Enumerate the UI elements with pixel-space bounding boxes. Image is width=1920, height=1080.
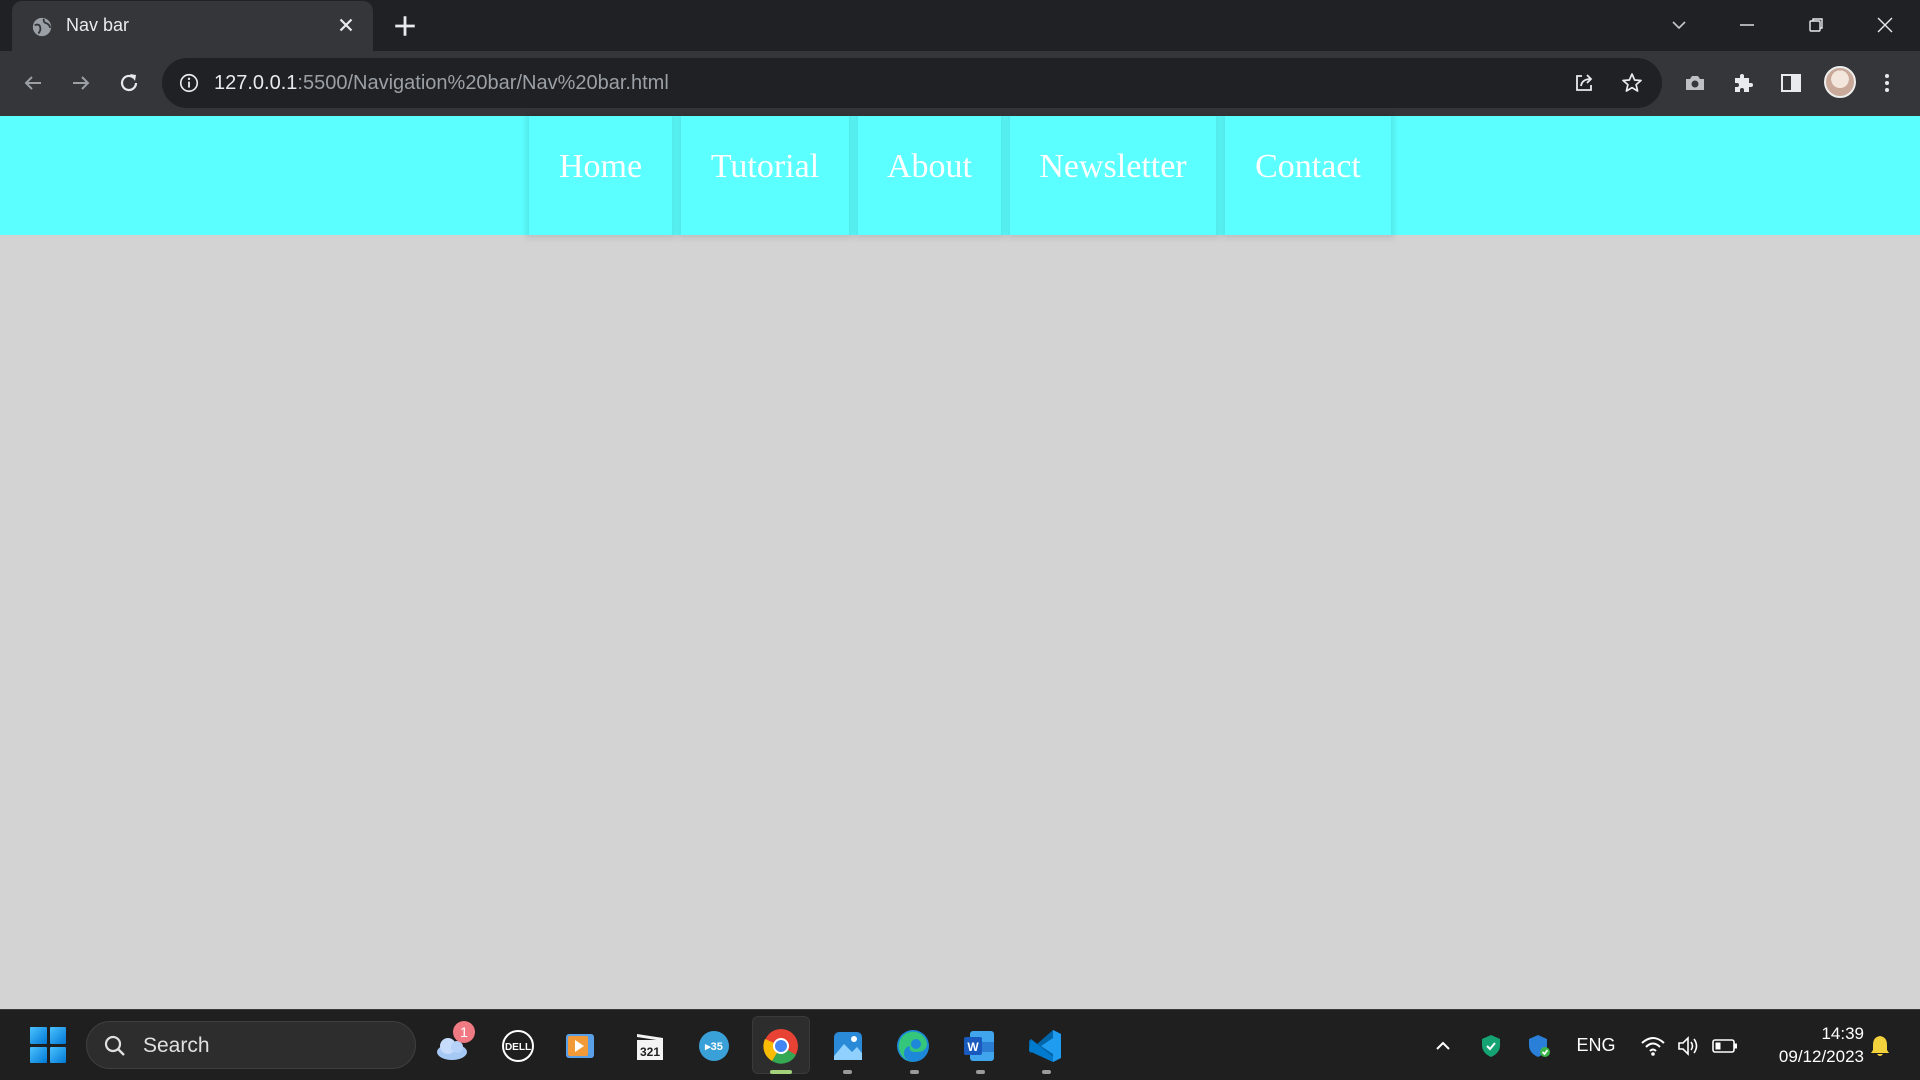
- clock-date: 09/12/2023: [1778, 1047, 1864, 1066]
- close-window-icon[interactable]: [1870, 10, 1900, 40]
- defender-shield-icon[interactable]: [1524, 1010, 1554, 1080]
- vscode-icon[interactable]: [1023, 1024, 1067, 1068]
- volume-icon[interactable]: [1674, 1010, 1704, 1080]
- notification-bell-icon[interactable]: [1866, 1010, 1894, 1080]
- dell-icon[interactable]: DELL: [496, 1024, 540, 1068]
- clock-time: 14:39: [1821, 1024, 1864, 1043]
- security-shield-icon[interactable]: [1476, 1010, 1506, 1080]
- url-host: 127.0.0.1: [214, 72, 298, 94]
- browser-tab[interactable]: Nav bar: [12, 1, 373, 51]
- tab-search-icon[interactable]: [1664, 10, 1694, 40]
- navbar-left-spacer: [0, 116, 520, 235]
- camera-extension-icon[interactable]: [1680, 68, 1710, 98]
- svg-text:DELL: DELL: [505, 1042, 531, 1053]
- extensions-puzzle-icon[interactable]: [1728, 68, 1758, 98]
- navigation-bar: Home Tutorial About Newsletter Contact: [0, 116, 1920, 235]
- minimize-icon[interactable]: [1732, 10, 1762, 40]
- reload-icon[interactable]: [113, 67, 145, 99]
- url-text: 127.0.0.1:5500/Navigation%20bar/Nav%20ba…: [214, 72, 669, 95]
- chrome-menu-icon[interactable]: [1872, 68, 1902, 98]
- browser-toolbar: 127.0.0.1:5500/Navigation%20bar/Nav%20ba…: [0, 51, 1920, 116]
- page-content: Home Tutorial About Newsletter Contact: [0, 116, 1920, 1009]
- nav-item-home[interactable]: Home: [529, 116, 672, 235]
- browser-tabstrip: Nav bar: [0, 0, 1920, 51]
- forward-icon[interactable]: [65, 67, 97, 99]
- svg-text:321: 321: [640, 1045, 660, 1059]
- address-bar[interactable]: 127.0.0.1:5500/Navigation%20bar/Nav%20ba…: [162, 58, 1662, 108]
- wifi-icon[interactable]: [1638, 1010, 1668, 1080]
- restore-icon[interactable]: [1801, 10, 1831, 40]
- edge-icon[interactable]: [891, 1024, 935, 1068]
- search-label: Search: [143, 1034, 210, 1057]
- navbar-right-spacer: [1400, 116, 1920, 235]
- taskbar-search[interactable]: Search: [86, 1021, 416, 1069]
- battery-icon[interactable]: [1710, 1010, 1740, 1080]
- search-icon: [104, 1035, 125, 1056]
- chrome-running-indicator: [770, 1070, 792, 1074]
- globe-icon: [32, 17, 52, 37]
- nav-item-contact[interactable]: Contact: [1225, 116, 1391, 235]
- word-icon[interactable]: W: [957, 1024, 1001, 1068]
- photos-running-indicator: [843, 1070, 852, 1074]
- hp-app-icon[interactable]: ▸35: [692, 1024, 736, 1068]
- windows-taskbar: Search 1 DELL 321 ▸35 W ENG 14:39 09/12/…: [0, 1009, 1920, 1080]
- video-editor-icon[interactable]: 321: [628, 1024, 672, 1068]
- vscode-running-indicator: [1042, 1070, 1051, 1074]
- share-icon[interactable]: [1572, 71, 1596, 95]
- new-tab-icon[interactable]: [392, 13, 418, 39]
- url-path: :5500/Navigation%20bar/Nav%20bar.html: [297, 72, 669, 94]
- media-player-icon[interactable]: [558, 1024, 602, 1068]
- taskbar-clock[interactable]: 14:39 09/12/2023: [1752, 1022, 1864, 1068]
- windows-start-icon[interactable]: [30, 1027, 66, 1063]
- weather-notification-badge: 1: [453, 1021, 475, 1043]
- side-panel-icon[interactable]: [1776, 68, 1806, 98]
- show-hidden-icons-chevron-icon[interactable]: [1428, 1010, 1458, 1080]
- svg-text:W: W: [967, 1040, 979, 1054]
- bookmark-star-icon[interactable]: [1620, 71, 1644, 95]
- nav-item-about[interactable]: About: [858, 116, 1001, 235]
- nav-item-tutorial[interactable]: Tutorial: [681, 116, 849, 235]
- close-tab-icon[interactable]: [335, 14, 357, 36]
- profile-avatar[interactable]: [1824, 66, 1856, 98]
- chrome-icon[interactable]: [759, 1024, 803, 1068]
- svg-text:▸35: ▸35: [704, 1041, 723, 1053]
- site-info-icon[interactable]: [178, 72, 200, 94]
- photos-icon[interactable]: [826, 1024, 870, 1068]
- word-running-indicator: [976, 1070, 985, 1074]
- nav-item-newsletter[interactable]: Newsletter: [1010, 116, 1216, 235]
- edge-running-indicator: [910, 1070, 919, 1074]
- tab-title: Nav bar: [66, 15, 130, 35]
- language-indicator[interactable]: ENG: [1574, 1010, 1618, 1080]
- back-icon[interactable]: [17, 67, 49, 99]
